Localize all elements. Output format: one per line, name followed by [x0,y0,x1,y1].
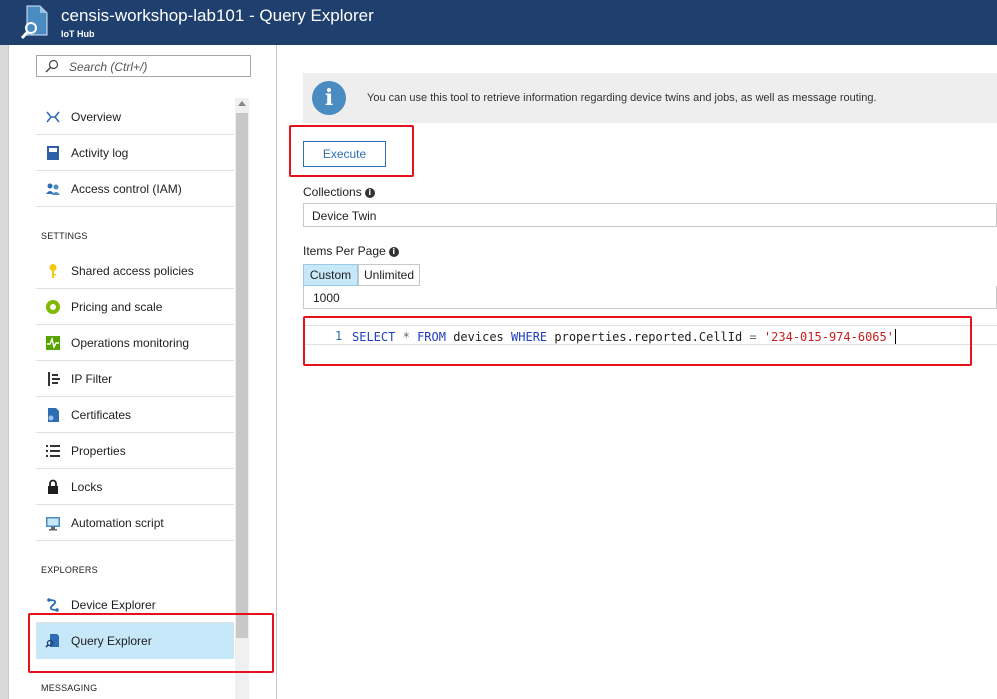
scroll-up-icon[interactable] [238,101,246,106]
resource-menu: Search (Ctrl+/) Overview Activity log Ac… [9,45,277,699]
section-messaging: MESSAGING [41,683,98,693]
sidebar-item-label: Certificates [71,408,132,422]
device-explorer-icon [47,598,59,612]
sidebar-item-ip-filter[interactable]: IP Filter [36,361,234,397]
items-per-page-label: Items Per Page i [303,244,399,258]
page-subtitle: IoT Hub [61,29,95,39]
info-icon: i [312,81,346,115]
info-banner: i You can use this tool to retrieve info… [303,73,997,123]
scrollbar-thumb[interactable] [236,113,248,638]
sidebar-item-automation-script[interactable]: Automation script [36,505,234,541]
section-explorers: EXPLORERS [41,565,98,575]
overview-icon [46,111,60,123]
items-per-page-value: 1000 [313,291,340,305]
certificate-icon [48,408,59,422]
collections-info-icon[interactable]: i [364,188,375,198]
info-text: You can use this tool to retrieve inform… [367,92,877,104]
items-per-page-info-icon[interactable]: i [388,247,399,257]
sidebar-item-label: Pricing and scale [71,300,163,314]
collections-select[interactable]: Device Twin [303,203,997,227]
sidebar-item-label: Overview [71,110,122,124]
sidebar-item-operations-monitoring[interactable]: Operations monitoring [36,325,234,361]
sidebar-item-activity-log[interactable]: Activity log [36,135,234,171]
people-icon [46,183,60,195]
ip-filter-icon [48,372,60,386]
automation-icon [46,517,60,531]
sidebar-item-label: IP Filter [71,372,113,386]
properties-list-icon [46,445,60,457]
sidebar-item-properties[interactable]: Properties [36,433,234,469]
collapsed-nav-strip[interactable] [0,45,9,699]
sidebar-item-certificates[interactable]: Certificates [36,397,234,433]
sidebar-item-overview[interactable]: Overview [36,99,234,135]
sidebar-item-label: Device Explorer [71,598,156,612]
sidebar-item-label: Locks [71,480,103,494]
sidebar-item-label: Activity log [71,146,129,160]
monitoring-icon [46,336,60,350]
section-settings: SETTINGS [41,231,88,241]
sidebar-item-label: Operations monitoring [71,336,190,350]
search-input[interactable]: Search (Ctrl+/) [36,55,251,77]
highlight-query [303,316,972,366]
sidebar-item-pricing-and-scale[interactable]: Pricing and scale [36,289,234,325]
sidebar-item-locks[interactable]: Locks [36,469,234,505]
highlight-query-explorer [28,613,274,673]
lock-icon [48,479,58,494]
toggle-unlimited[interactable]: Unlimited [358,264,420,286]
sidebar-item-label: Properties [71,444,126,458]
highlight-execute [289,125,414,177]
sidebar-item-label: Automation script [71,516,164,530]
search-icon [45,59,59,73]
top-header: censis-workshop-lab101 - Query Explorer … [0,0,997,45]
sidebar-item-label: Shared access policies [71,264,194,278]
key-icon [49,264,57,278]
search-placeholder: Search (Ctrl+/) [69,60,148,74]
items-per-page-input[interactable]: 1000 [303,286,997,309]
sidebar-item-access-control[interactable]: Access control (IAM) [36,171,234,207]
sidebar-item-shared-access-policies[interactable]: Shared access policies [36,253,234,289]
collections-label: Collections i [303,185,375,199]
toggle-custom[interactable]: Custom [303,264,358,286]
menu-scrollbar[interactable] [235,98,249,699]
sidebar-item-label: Access control (IAM) [71,182,182,196]
activity-log-icon [47,146,59,160]
iot-hub-icon [20,5,48,40]
collections-value: Device Twin [312,209,377,223]
page-title: censis-workshop-lab101 - Query Explorer [61,6,374,25]
pricing-icon [46,300,60,314]
